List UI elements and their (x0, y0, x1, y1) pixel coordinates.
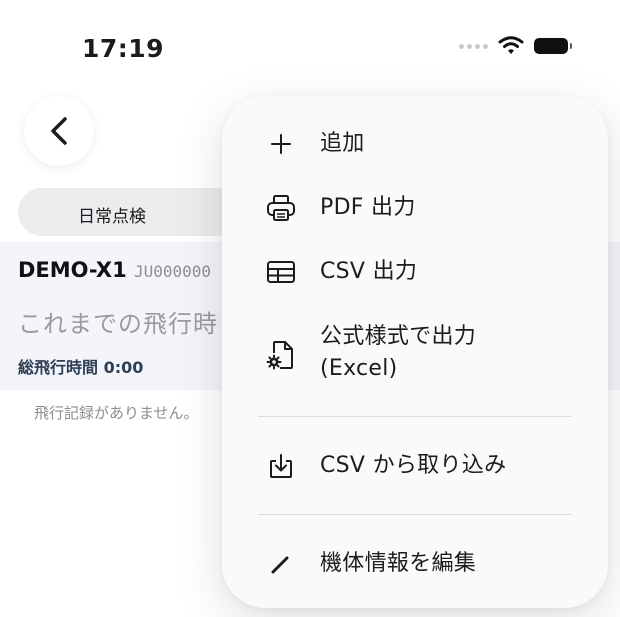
menu-divider (258, 416, 572, 417)
context-menu: 追加 PDF 出力 CSV 出力 公式様式で出力 (Excel) CSV から取… (222, 96, 608, 608)
menu-item-edit-aircraft[interactable]: 機体情報を編集 (222, 548, 608, 580)
document-gear-icon (266, 340, 296, 370)
menu-divider (258, 514, 572, 515)
menu-item-csv-export-label: CSV 出力 (320, 259, 418, 284)
menu-item-official-format-label: 公式様式で出力 (320, 324, 477, 349)
empty-records-message: 飛行記録がありません。 (34, 404, 199, 422)
segment-daily-inspection[interactable]: 日常点検 (78, 202, 146, 227)
menu-item-pdf-export[interactable]: PDF 出力 (222, 192, 608, 224)
menu-item-csv-import-label: CSV から取り込み (320, 453, 507, 478)
plus-icon (266, 129, 296, 159)
back-button[interactable] (24, 96, 94, 166)
chevron-left-icon (51, 117, 67, 145)
menu-item-pdf-export-label: PDF 出力 (320, 195, 416, 220)
total-flight-time: 総飛行時間 0:00 (18, 358, 144, 377)
menu-item-csv-import[interactable]: CSV から取り込み (222, 450, 608, 482)
menu-item-official-format-export[interactable]: 公式様式で出力 (Excel) (222, 320, 608, 384)
aircraft-registration: JU000000 (134, 262, 212, 281)
download-tray-icon (266, 451, 296, 481)
menu-item-edit-aircraft-label: 機体情報を編集 (320, 551, 477, 576)
menu-item-add-label: 追加 (320, 131, 365, 156)
table-icon (266, 257, 296, 287)
printer-icon (266, 193, 296, 223)
pencil-icon (266, 549, 296, 579)
menu-item-csv-export[interactable]: CSV 出力 (222, 256, 608, 288)
menu-item-add[interactable]: 追加 (222, 128, 608, 160)
aircraft-name: DEMO-X1 (18, 258, 127, 282)
menu-item-official-format-sublabel: (Excel) (320, 356, 398, 381)
flight-summary-text: これまでの飛行時 (18, 310, 218, 338)
